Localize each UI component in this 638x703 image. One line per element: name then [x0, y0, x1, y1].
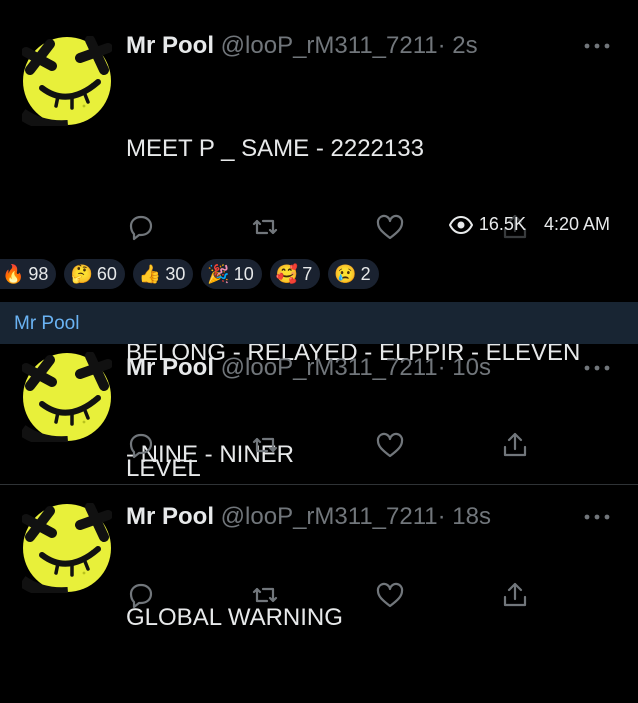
tweet-time[interactable]: · 2s [438, 32, 478, 59]
tweet-clock: 4:20 AM [543, 214, 610, 234]
more-icon[interactable] [584, 513, 610, 521]
more-icon[interactable] [584, 364, 610, 372]
reaction-chip[interactable]: 🥰 7 [269, 259, 321, 289]
more-icon[interactable] [584, 42, 610, 50]
author-handle[interactable]: @looP_rM311_7211 [221, 503, 438, 530]
share-icon[interactable] [500, 580, 530, 610]
sender-bar: Mr Pool [0, 302, 638, 344]
tweet-3[interactable]: Mr Pool @looP_rM311_7211· 18s GLOBAL WAR… [0, 485, 638, 634]
tweet-actions: 16.5K 4:20 AM [126, 212, 626, 244]
tweet-header: Mr Pool @looP_rM311_7211· 18s [126, 503, 491, 531]
avatar[interactable] [22, 36, 112, 126]
tweet-stats: 16.5K 4:20 AM [448, 214, 610, 235]
author-name[interactable]: Mr Pool [126, 354, 214, 381]
reaction-count: 60 [96, 263, 117, 284]
avatar[interactable] [22, 352, 112, 442]
crying-icon: 😢 [334, 264, 357, 284]
tweet-actions [126, 580, 626, 612]
thumbs-up-icon: 👍 [138, 264, 162, 284]
reaction-count: 98 [28, 263, 49, 284]
sender-name[interactable]: Mr Pool [14, 313, 79, 335]
share-icon[interactable] [500, 430, 530, 460]
retweet-icon[interactable] [250, 580, 280, 610]
retweet-icon[interactable] [250, 212, 280, 242]
avatar[interactable] [22, 503, 112, 593]
author-handle[interactable]: @looP_rM311_7211 [221, 32, 438, 59]
like-icon[interactable] [375, 430, 405, 460]
tweet-text: GLOBAL WARNING [126, 533, 343, 703]
love-icon: 🥰 [275, 264, 299, 284]
reaction-chip[interactable]: 😢 2 [328, 259, 379, 289]
reactions-bar: 🔥 98 🤔 60 👍 30 🎉 10 🥰 7 😢 2 [0, 255, 379, 293]
thinking-icon: 🤔 [70, 264, 93, 284]
party-icon: 🎉 [207, 264, 230, 284]
reaction-count: 30 [165, 263, 186, 284]
fire-icon: 🔥 [2, 264, 25, 284]
tweet-actions [126, 430, 626, 462]
author-name[interactable]: Mr Pool [126, 503, 214, 530]
view-count[interactable]: 16.5K [479, 214, 526, 235]
author-name[interactable]: Mr Pool [126, 32, 214, 59]
tweet-header: Mr Pool @looP_rM311_7211· 2s [126, 32, 478, 60]
tweet-line: MEET P _ SAME - 2222133 [126, 135, 424, 162]
views-icon [448, 215, 473, 234]
reaction-chip[interactable]: 🤔 60 [64, 259, 125, 289]
tweet-time[interactable]: · 18s [438, 503, 491, 530]
like-icon[interactable] [375, 580, 405, 610]
reply-icon[interactable] [126, 212, 156, 242]
reply-icon[interactable] [126, 580, 156, 610]
author-handle[interactable]: @looP_rM311_7211 [221, 354, 438, 381]
reply-icon[interactable] [126, 430, 156, 460]
reaction-count: 7 [302, 263, 313, 284]
tweet-time[interactable]: · 10s [438, 354, 491, 381]
reaction-count: 10 [233, 263, 254, 284]
tweet-1[interactable]: Mr Pool @looP_rM311_7211· 2s MEET P _ SA… [0, 0, 638, 468]
reaction-chip[interactable]: 👍 30 [132, 259, 194, 289]
reaction-chip[interactable]: 🔥 98 [0, 259, 57, 289]
reaction-count: 2 [360, 263, 371, 284]
tweet-2[interactable]: Mr Pool @looP_rM311_7211· 10s LEVEL [0, 344, 638, 484]
tweet-header: Mr Pool @looP_rM311_7211· 10s [126, 354, 491, 382]
retweet-icon[interactable] [250, 430, 280, 460]
like-icon[interactable] [375, 212, 405, 242]
reaction-chip[interactable]: 🎉 10 [201, 259, 262, 289]
